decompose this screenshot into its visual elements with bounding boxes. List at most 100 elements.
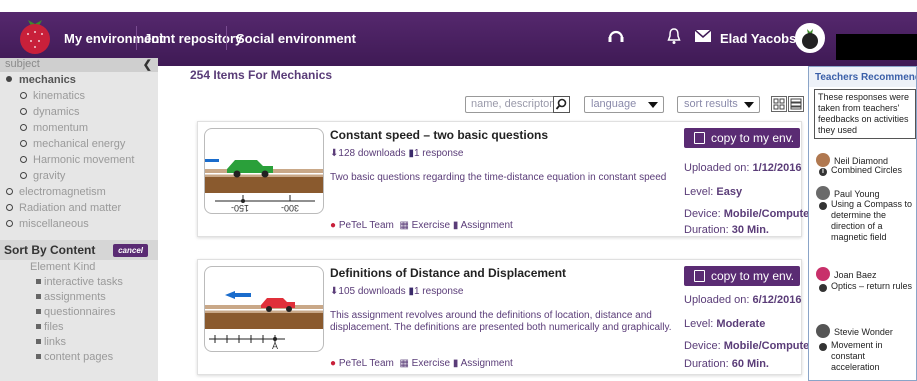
- author-name[interactable]: PeTeL Team: [339, 220, 394, 231]
- activity-stats: ⬇128 downloads ▮1 response: [330, 148, 463, 159]
- strawberry-author-icon: ●: [330, 358, 337, 369]
- kind-label: questionnaires: [44, 306, 116, 318]
- subject-label: Radiation and matter: [19, 202, 122, 214]
- strawberry-logo-icon[interactable]: [18, 14, 52, 56]
- uploaded-label: Uploaded on:: [684, 162, 750, 174]
- assignment-icon: ▮: [452, 220, 459, 231]
- recommended-activity[interactable]: i Movement in constant acceleration: [816, 340, 916, 373]
- kind-files[interactable]: files: [0, 320, 158, 335]
- recommended-activity[interactable]: i Optics – return rules: [816, 281, 916, 292]
- subject-mechanical-energy[interactable]: mechanical energy: [0, 136, 158, 152]
- subject-harmonic-movement[interactable]: Harmonic movement: [0, 152, 158, 168]
- uploaded-date: Uploaded on: 6/12/2016: [684, 294, 801, 306]
- list-view-button[interactable]: [788, 96, 804, 112]
- user-avatar[interactable]: [795, 23, 825, 53]
- subject-label: momentum: [33, 122, 89, 134]
- recommender[interactable]: Paul Young: [816, 186, 880, 200]
- bullet-ring-icon: [20, 92, 27, 99]
- recommender[interactable]: Joan Baez: [816, 267, 877, 281]
- recommended-activity[interactable]: i Using a Compass to determine the direct…: [816, 199, 916, 243]
- activity-thumbnail: 150- 300-: [204, 128, 324, 214]
- kind-label: links: [44, 336, 67, 348]
- language-select-label: language: [591, 98, 637, 110]
- person-avatar-icon: [816, 186, 830, 200]
- duration-value: 60 Min.: [731, 358, 769, 370]
- collapse-arrow-icon[interactable]: ❮: [143, 58, 152, 71]
- subject-gravity[interactable]: gravity: [0, 168, 158, 184]
- nav-social-environment[interactable]: Social environment: [236, 31, 356, 46]
- activity-footer: ● PeTeL Team ▦ Exercise ▮ Assignment: [330, 358, 513, 369]
- duration-label: Duration:: [684, 358, 729, 370]
- activity-card[interactable]: A Definitions of Distance and Displaceme…: [197, 259, 814, 375]
- nav-separator: [226, 26, 227, 50]
- sort-results-select[interactable]: sort results: [677, 96, 760, 113]
- info-icon: i: [816, 202, 827, 210]
- activity-title[interactable]: Constant speed – two basic questions: [330, 128, 548, 142]
- language-select[interactable]: language: [584, 96, 664, 113]
- uploaded-value: 1/12/2016: [752, 162, 802, 174]
- subject-dynamics[interactable]: dynamics: [0, 104, 158, 120]
- page-title: 254 Items For Mechanics: [190, 68, 333, 82]
- cancel-button[interactable]: cancel: [113, 244, 148, 257]
- copy-to-env-button[interactable]: copy to my env.: [684, 266, 800, 286]
- activity-name: Combined Circles: [831, 165, 903, 175]
- grid-view-button[interactable]: [771, 96, 787, 112]
- kind-content-pages[interactable]: content pages: [0, 350, 158, 365]
- copy-label: copy to my env.: [711, 269, 795, 283]
- nav-joint-repository[interactable]: Joint repository: [144, 31, 242, 46]
- checkbox-square-icon: [36, 279, 41, 284]
- author-name[interactable]: PeTeL Team: [339, 358, 394, 369]
- thumb-label: 150-: [231, 203, 250, 213]
- avatar-strawberry-icon: [802, 29, 818, 49]
- responses-count[interactable]: 1 response: [414, 286, 463, 297]
- subject-electromagnetism[interactable]: electromagnetism: [0, 184, 158, 200]
- teachers-recommending-panel: Teachers Recommending These responses we…: [808, 66, 917, 381]
- bell-notification-icon[interactable]: [667, 27, 681, 45]
- uploaded-date: Uploaded on: 1/12/2016: [684, 162, 801, 174]
- envelope-messages-icon[interactable]: [695, 30, 711, 42]
- bullet-ring-icon: [20, 140, 27, 147]
- nav-separator: [136, 26, 137, 50]
- activity-footer: ● PeTeL Team ▦ Exercise ▮ Assignment: [330, 220, 513, 231]
- subject-momentum[interactable]: momentum: [0, 120, 158, 136]
- subject-label: mechanical energy: [33, 138, 126, 150]
- list-view-icon: [790, 98, 802, 110]
- type-assignment: Assignment: [460, 220, 513, 231]
- checkbox-square-icon: [36, 339, 41, 344]
- downloads-count: 128 downloads: [338, 148, 406, 159]
- element-kind-label: Element Kind: [30, 261, 96, 273]
- kind-label: assignments: [44, 291, 106, 303]
- kind-interactive-tasks[interactable]: interactive tasks: [0, 275, 158, 290]
- device-label: Device:: [684, 340, 721, 352]
- search-button[interactable]: [553, 96, 570, 113]
- headset-support-icon[interactable]: [607, 27, 625, 45]
- bullet-ring-icon: [6, 188, 13, 195]
- bullet-ring-icon: [20, 108, 27, 115]
- responses-count[interactable]: 1 response: [414, 148, 463, 159]
- kind-assignments[interactable]: assignments: [0, 290, 158, 305]
- recommender[interactable]: Stevie Wonder: [816, 324, 893, 338]
- bullet-filled-icon: [6, 76, 12, 82]
- checkbox-square-icon: [36, 294, 41, 299]
- subject-radiation-and-matter[interactable]: Radiation and matter: [0, 200, 158, 216]
- subject-label: dynamics: [33, 106, 80, 118]
- bullet-ring-icon: [20, 124, 27, 131]
- activity-title[interactable]: Definitions of Distance and Displacement: [330, 266, 566, 280]
- recommended-activity[interactable]: i Combined Circles: [819, 165, 916, 176]
- kind-label: interactive tasks: [44, 276, 123, 288]
- device-value: Mobile/Computer: [723, 208, 814, 220]
- exercise-icon: ▦: [399, 220, 409, 231]
- uploaded-label: Uploaded on:: [684, 294, 750, 306]
- subject-kinematics[interactable]: kinematics: [0, 88, 158, 104]
- subject-miscellaneous[interactable]: miscellaneous: [0, 216, 158, 232]
- filter-sidebar: subject ❮ mechanics kinematics dynamics …: [0, 58, 158, 381]
- copy-to-env-button[interactable]: copy to my env.: [684, 128, 800, 148]
- kind-links[interactable]: links: [0, 335, 158, 350]
- panel-note: These responses were taken from teachers…: [814, 89, 916, 139]
- kind-questionnaires[interactable]: questionnaires: [0, 305, 158, 320]
- activity-card[interactable]: 150- 300- Constant speed – two basic que…: [197, 121, 814, 237]
- level-value: Easy: [716, 186, 743, 198]
- device-label: Device:: [684, 208, 721, 220]
- duration: Duration: 30 Min.: [684, 224, 769, 236]
- subject-mechanics[interactable]: mechanics: [0, 72, 158, 88]
